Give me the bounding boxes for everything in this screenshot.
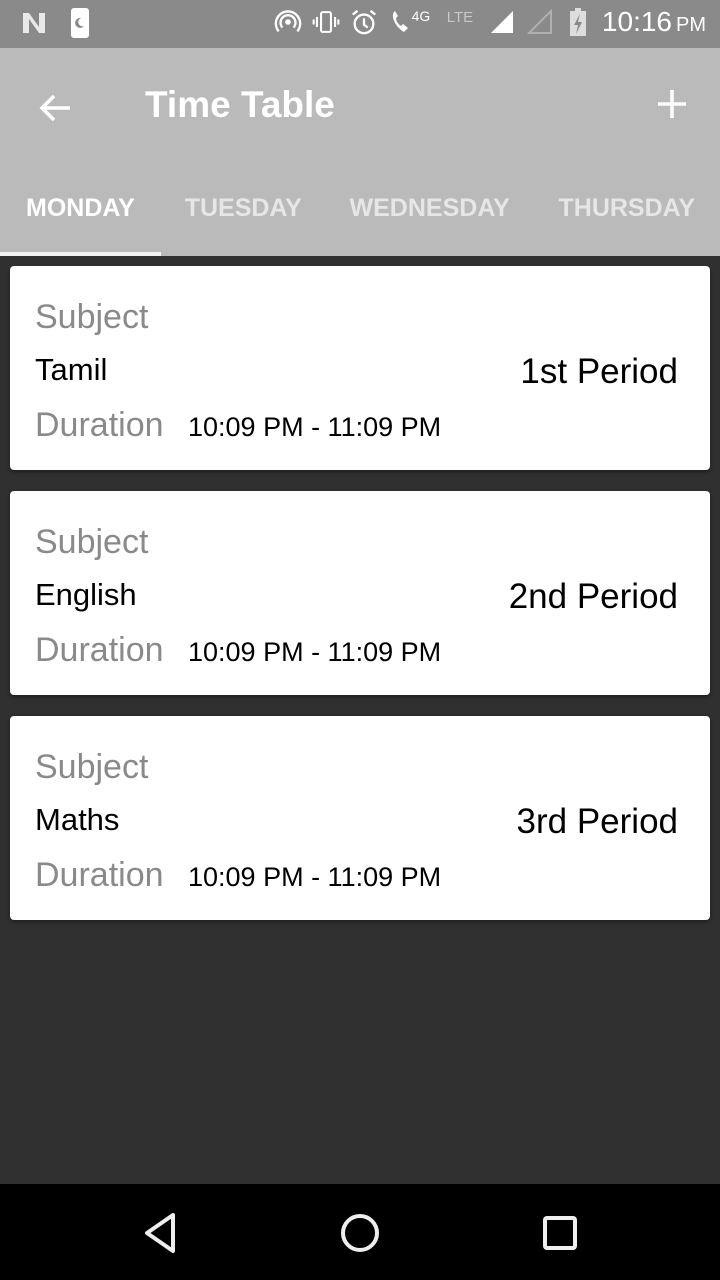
- tab-thursday[interactable]: THURSDAY: [534, 160, 720, 256]
- alarm-icon: [350, 7, 378, 37]
- period-value: 3rd Period: [516, 802, 678, 841]
- add-button[interactable]: [648, 78, 696, 130]
- subject-value: English: [35, 577, 137, 612]
- vibrate-icon: [312, 7, 340, 37]
- subject-value: Maths: [35, 802, 120, 837]
- duration-label: Duration: [35, 406, 164, 444]
- signal-full-icon: [488, 7, 516, 37]
- duration-value: 10:09 PM - 11:09 PM: [188, 637, 442, 667]
- period-card[interactable]: Subject English 2nd Period Duration 10:0…: [10, 491, 710, 695]
- subject-label: Subject: [35, 748, 149, 786]
- tab-wednesday[interactable]: WEDNESDAY: [326, 160, 534, 256]
- day-tabs: MONDAY TUESDAY WEDNESDAY THURSDAY: [0, 160, 720, 256]
- duration-value: 10:09 PM - 11:09 PM: [188, 412, 442, 442]
- subject-label: Subject: [35, 298, 149, 336]
- clock: 10:16 PM: [601, 6, 706, 37]
- period-value: 2nd Period: [508, 577, 678, 616]
- plus-icon: [658, 90, 686, 118]
- nav-recents-button[interactable]: [535, 1208, 585, 1258]
- nav-home-button[interactable]: [335, 1208, 385, 1258]
- page-title: Time Table: [145, 84, 335, 125]
- app-bar: Time Table MONDAY TUESDAY WEDNESDAY THUR…: [0, 48, 720, 256]
- nav-home-icon: [341, 1214, 379, 1252]
- arrow-left-icon: [39, 94, 70, 122]
- period-card[interactable]: Subject Maths 3rd Period Duration 10:09 …: [10, 716, 710, 920]
- status-bar: 4G LTE 10:16 PM: [0, 0, 720, 48]
- subject-value: Tamil: [35, 352, 108, 387]
- hotspot-icon: [274, 7, 302, 37]
- period-card[interactable]: Subject Tamil 1st Period Duration 10:09 …: [10, 266, 710, 470]
- tab-tuesday[interactable]: TUESDAY: [161, 160, 326, 256]
- n-logo-icon: [20, 8, 48, 38]
- navigation-bar: [0, 1184, 720, 1280]
- period-value: 1st Period: [520, 352, 678, 391]
- timetable-list: Subject Tamil 1st Period Duration 10:09 …: [10, 266, 710, 941]
- duration-value: 10:09 PM - 11:09 PM: [188, 862, 442, 892]
- duration-label: Duration: [35, 856, 164, 894]
- subject-label: Subject: [35, 523, 149, 561]
- wifi-call-icon: 4G: [388, 7, 432, 37]
- back-button[interactable]: [30, 82, 82, 134]
- nav-recents-icon: [543, 1216, 577, 1250]
- duration-label: Duration: [35, 631, 164, 669]
- nav-back-icon: [145, 1213, 175, 1253]
- nav-back-button[interactable]: [136, 1208, 186, 1258]
- signal-empty-icon: [526, 7, 554, 37]
- do-not-disturb-icon: [66, 8, 94, 38]
- tab-monday[interactable]: MONDAY: [0, 160, 161, 256]
- lte-disabled-icon: LTE: [446, 8, 474, 26]
- battery-charging-icon: [564, 7, 592, 37]
